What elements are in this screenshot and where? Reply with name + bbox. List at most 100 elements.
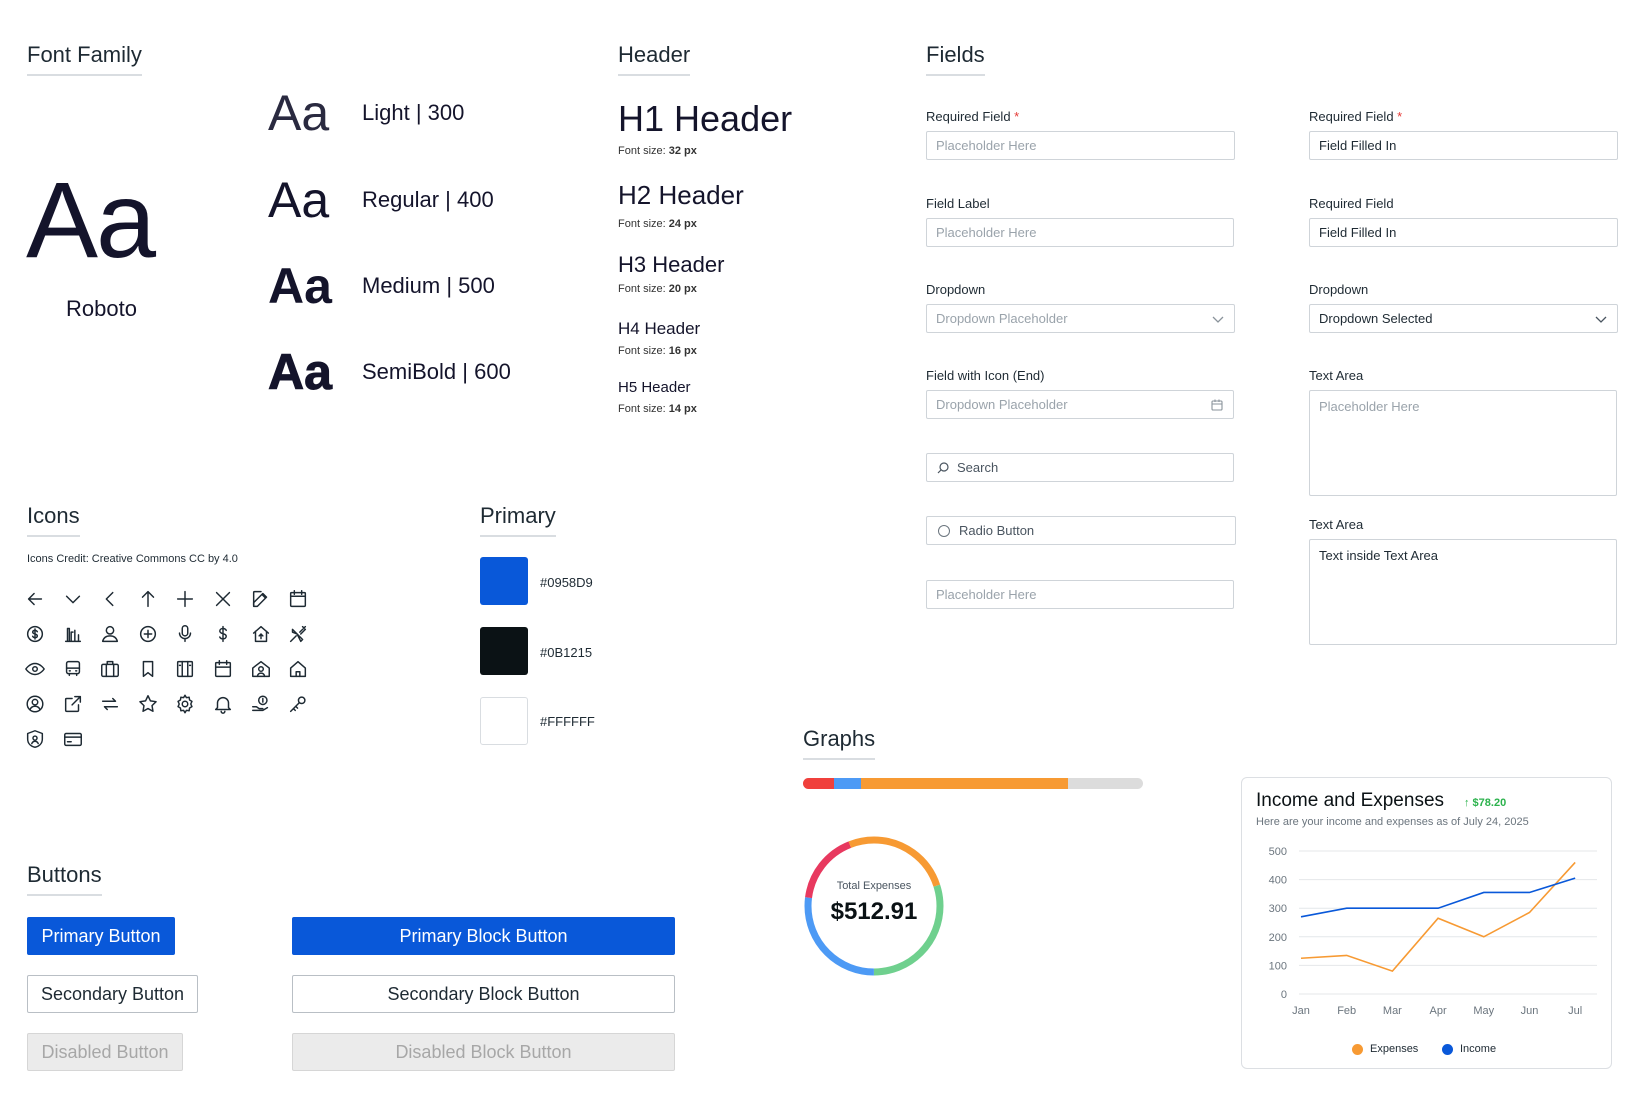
placeholder: Placeholder Here	[936, 587, 1037, 602]
home-icon	[287, 658, 309, 680]
donut-label: Total Expenses	[836, 880, 912, 892]
required-field-input[interactable]: Placeholder Here	[926, 131, 1235, 160]
legend-label: Expenses	[1370, 1043, 1419, 1055]
y-tick-label: 500	[1269, 846, 1287, 858]
dollar-icon	[212, 623, 234, 645]
color-label-dark: #0B1215	[540, 645, 593, 660]
size-label: Font size:	[618, 145, 669, 157]
field-input[interactable]: Placeholder Here	[926, 218, 1234, 247]
legend-label: Income	[1460, 1043, 1497, 1055]
progress-segment	[860, 778, 1069, 789]
size-label: Font size:	[618, 345, 669, 357]
textarea-label: Text Area	[1309, 368, 1364, 383]
airplane-icon	[287, 623, 309, 645]
size-value: 16 px	[668, 345, 697, 357]
fields-section-title: Fields	[926, 42, 985, 76]
secondary-block-button[interactable]: Secondary Block Button	[292, 975, 675, 1013]
search-icon	[937, 462, 949, 474]
disabled-button[interactable]: Disabled Button	[27, 1033, 183, 1071]
font-sample-large: Aa	[26, 159, 156, 280]
primary-block-button[interactable]: Primary Block Button	[292, 917, 675, 955]
weight-label: Regular | 400	[362, 187, 494, 212]
h2-size: Font size: 24 px	[618, 218, 697, 230]
placeholder: Placeholder Here	[1319, 399, 1420, 414]
secondary-button[interactable]: Secondary Button	[27, 975, 198, 1013]
font-weight-medium: Aa Medium | 500	[268, 261, 495, 311]
radio-label: Radio Button	[959, 523, 1035, 538]
primary-section-title: Primary	[480, 503, 556, 537]
icon-field-input[interactable]: Dropdown Placeholder	[926, 390, 1234, 419]
y-tick-label: 400	[1269, 875, 1287, 887]
input-value: Field Filled In	[1319, 225, 1397, 240]
user-home-icon	[250, 658, 272, 680]
y-tick-label: 200	[1269, 932, 1287, 944]
textarea-value: Text inside Text Area	[1319, 548, 1438, 563]
color-swatch-blue	[480, 557, 528, 605]
field-label: Field Label	[926, 196, 990, 211]
font-weight-light: Aa Light | 300	[268, 88, 464, 138]
required-field-input-2[interactable]: Field Filled In	[1309, 218, 1618, 247]
dropdown-select[interactable]: Dropdown Placeholder	[926, 304, 1235, 333]
x-tick-label: Apr	[1430, 1005, 1447, 1017]
weight-sample: Aa	[268, 258, 332, 314]
primary-button[interactable]: Primary Button	[27, 917, 175, 955]
legend-expenses: Expenses	[1352, 1043, 1418, 1055]
weight-label: Medium | 500	[362, 273, 495, 298]
chart-subtitle: Here are your income and expenses as of …	[1256, 816, 1529, 828]
placeholder: Placeholder Here	[936, 138, 1037, 153]
color-swatch-white	[480, 697, 528, 745]
line-chart: 0 100 200 300 400 500 Jan Feb Mar Apr May Jun Jul	[1269, 846, 1597, 1017]
arrow-left-icon	[24, 588, 46, 610]
required-field-label-right: Required Field *	[1309, 109, 1402, 124]
h5-size: Font size: 14 px	[618, 403, 697, 415]
plain-input[interactable]: Placeholder Here	[926, 580, 1234, 609]
header-section-title: Header	[618, 42, 691, 76]
placeholder: Dropdown Placeholder	[936, 397, 1068, 412]
font-name: Roboto	[66, 296, 137, 321]
plus-circle-icon	[137, 623, 159, 645]
user-circle-icon	[24, 693, 46, 715]
weight-label: SemiBold | 600	[362, 359, 511, 384]
h2-sample: H2 Header	[618, 180, 744, 210]
donut-value: $512.91	[830, 898, 918, 925]
textarea-label-2: Text Area	[1309, 517, 1364, 532]
user-icon	[99, 623, 121, 645]
search-input[interactable]: Search	[926, 453, 1234, 482]
arrow-up-icon	[137, 588, 159, 610]
label-text: Required Field	[1309, 109, 1394, 124]
textarea-filled[interactable]: Text inside Text Area	[1309, 539, 1617, 645]
dropdown-select-filled[interactable]: Dropdown Selected	[1309, 304, 1618, 333]
label-text: Required Field	[926, 109, 1011, 124]
placeholder: Dropdown Placeholder	[936, 311, 1068, 326]
calendar-icon	[1211, 399, 1223, 411]
radio-circle[interactable]	[938, 525, 950, 537]
credit-card-icon	[62, 728, 84, 750]
color-label-blue: #0958D9	[540, 575, 593, 590]
textarea[interactable]: Placeholder Here	[1309, 390, 1617, 496]
series-line-income	[1300, 877, 1576, 918]
chevron-down-icon	[1595, 316, 1607, 323]
h5-sample: H5 Header	[618, 379, 691, 396]
eye-icon	[24, 658, 46, 680]
stacked-progress-bar	[803, 778, 1143, 789]
weight-sample: Aa	[268, 172, 330, 228]
radio-button[interactable]: Radio Button	[926, 516, 1236, 545]
external-link-icon	[62, 693, 84, 715]
x-tick-label: Feb	[1337, 1005, 1356, 1017]
input-value: Field Filled In	[1319, 138, 1397, 153]
placeholder: Search	[957, 460, 999, 475]
gear-icon	[174, 693, 196, 715]
home-up-icon	[250, 623, 272, 645]
swap-icon	[99, 693, 121, 715]
disabled-block-button[interactable]: Disabled Block Button	[292, 1033, 675, 1071]
required-field-input-filled[interactable]: Field Filled In	[1309, 131, 1618, 160]
placeholder: Placeholder Here	[936, 225, 1037, 240]
weight-label: Light | 300	[362, 100, 465, 125]
h4-size: Font size: 16 px	[618, 345, 697, 357]
y-tick-label: 300	[1269, 903, 1287, 915]
shield-user-icon	[24, 728, 46, 750]
x-tick-label: Jul	[1568, 1005, 1582, 1017]
size-label: Font size:	[618, 218, 669, 230]
dropdown-label: Dropdown	[926, 282, 986, 297]
x-tick-label: Jun	[1521, 1005, 1539, 1017]
